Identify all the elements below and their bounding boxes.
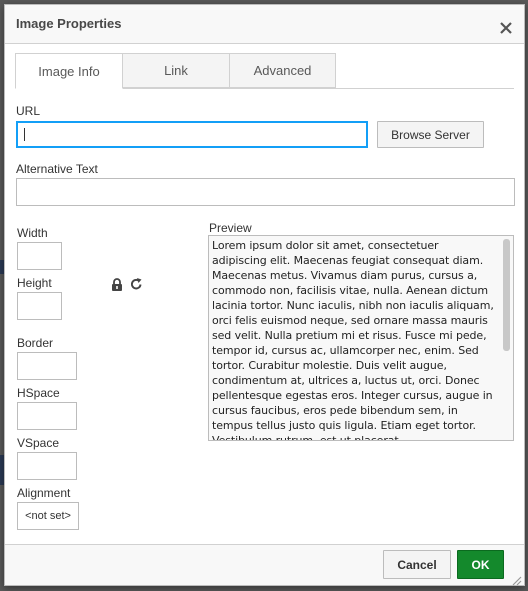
url-input[interactable] — [16, 121, 368, 148]
preview-pane[interactable]: Lorem ipsum dolor sit amet, consectetuer… — [208, 235, 514, 441]
alt-text-input[interactable] — [16, 178, 515, 206]
cancel-button[interactable]: Cancel — [383, 550, 451, 579]
alt-text-label: Alternative Text — [16, 162, 98, 176]
hspace-label: HSpace — [17, 386, 60, 400]
preview-scrollbar[interactable] — [503, 239, 510, 437]
preview-label: Preview — [209, 221, 252, 235]
reset-size-icon[interactable] — [130, 277, 143, 296]
image-properties-dialog: Image Properties Image Info Link Advance… — [4, 4, 525, 586]
dialog-title: Image Properties — [16, 16, 122, 31]
url-label: URL — [16, 104, 41, 118]
hspace-input[interactable] — [17, 402, 77, 430]
height-label: Height — [17, 276, 52, 290]
dialog-titlebar[interactable]: Image Properties — [5, 5, 524, 44]
ok-button[interactable]: OK — [457, 550, 504, 579]
scrollbar-thumb[interactable] — [503, 239, 510, 351]
tab-label: Image Info — [38, 63, 100, 79]
tab-image-info[interactable]: Image Info — [15, 53, 123, 89]
preview-text: Lorem ipsum dolor sit amet, consectetuer… — [212, 239, 494, 441]
resize-handle-icon[interactable] — [512, 573, 522, 586]
alignment-value: <not set> — [25, 510, 71, 522]
vspace-label: VSpace — [17, 436, 60, 450]
ok-label: OK — [471, 557, 490, 572]
browse-server-button[interactable]: Browse Server — [377, 121, 484, 148]
width-input[interactable] — [17, 242, 62, 270]
border-label: Border — [17, 336, 54, 350]
border-input[interactable] — [17, 352, 77, 380]
vspace-input[interactable] — [17, 452, 77, 480]
width-label: Width — [17, 226, 48, 240]
text-caret — [24, 128, 25, 141]
dialog-footer: Cancel OK — [5, 544, 524, 586]
height-input[interactable] — [17, 292, 62, 320]
cancel-label: Cancel — [397, 557, 437, 572]
tab-label: Link — [164, 63, 188, 78]
tab-bar: Image Info Link Advanced — [15, 53, 514, 89]
alignment-select[interactable]: <not set> — [17, 502, 79, 530]
browse-server-label: Browse Server — [391, 127, 470, 142]
tab-link[interactable]: Link — [122, 53, 230, 88]
lock-icon[interactable] — [111, 278, 123, 296]
tab-advanced[interactable]: Advanced — [229, 53, 336, 88]
tab-label: Advanced — [253, 63, 312, 78]
alignment-label: Alignment — [17, 486, 71, 500]
